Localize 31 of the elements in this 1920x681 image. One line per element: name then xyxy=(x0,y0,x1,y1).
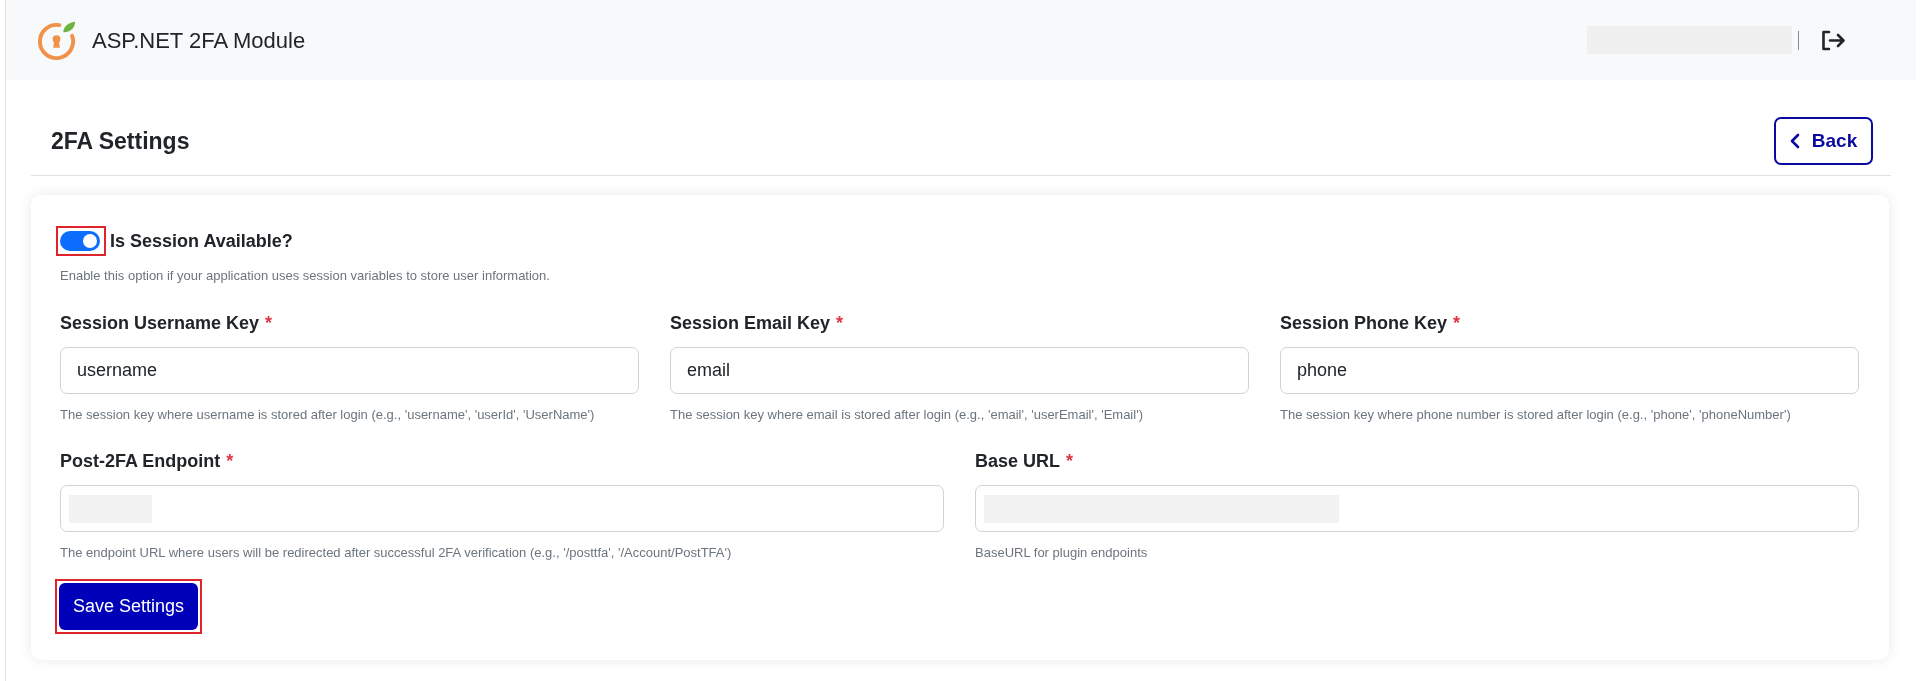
required-mark: * xyxy=(836,312,844,335)
page-title: 2FA Settings xyxy=(50,126,190,156)
help-text: The session key where email is stored after login (e.g., 'email', 'userEmail', 'Email') xyxy=(670,406,1144,424)
required-mark: * xyxy=(1066,450,1074,473)
help-text: The endpoint URL where users will be redirected after successful 2FA verification (e.g., '/posttfa', '/Account/PostTFA') xyxy=(60,544,733,562)
toggle-label: Is Session Available? xyxy=(110,229,293,253)
required-mark: * xyxy=(1453,312,1461,335)
chevron-left-icon xyxy=(1789,133,1800,149)
help-text: The session key where username is stored after login (e.g., 'username', 'userId', 'UserName') xyxy=(60,406,596,424)
toggle-switch[interactable] xyxy=(60,231,100,251)
logout-button[interactable] xyxy=(1820,29,1846,51)
field-label: Session Username Key xyxy=(60,312,260,335)
back-button[interactable]: Back xyxy=(1774,117,1873,165)
help-text: BaseURL for plugin endpoints xyxy=(975,544,1149,562)
input-field[interactable]: email xyxy=(670,347,1249,394)
save-button[interactable]: Save Settings xyxy=(59,583,199,630)
field-label: Base URL xyxy=(975,450,1061,473)
input-field[interactable]: phone xyxy=(1280,347,1859,394)
input-field[interactable] xyxy=(975,485,1859,532)
app-title: ASP.NET 2FA Module xyxy=(92,26,306,55)
field-label: Post-2FA Endpoint xyxy=(60,450,221,473)
logout-icon xyxy=(1820,29,1846,51)
logo-icon xyxy=(37,19,78,61)
input-field[interactable] xyxy=(60,485,944,532)
field-label: Session Phone Key xyxy=(1280,312,1448,335)
help-text: Enable this option if your application uses session variables to store user information. xyxy=(60,267,551,285)
field-label: Session Email Key xyxy=(670,312,831,335)
required-mark: * xyxy=(265,312,273,335)
input-field[interactable]: username xyxy=(60,347,639,394)
help-text: The session key where phone number is stored after login (e.g., 'phone', 'phoneNumber') xyxy=(1280,406,1792,424)
required-mark: * xyxy=(226,450,234,473)
